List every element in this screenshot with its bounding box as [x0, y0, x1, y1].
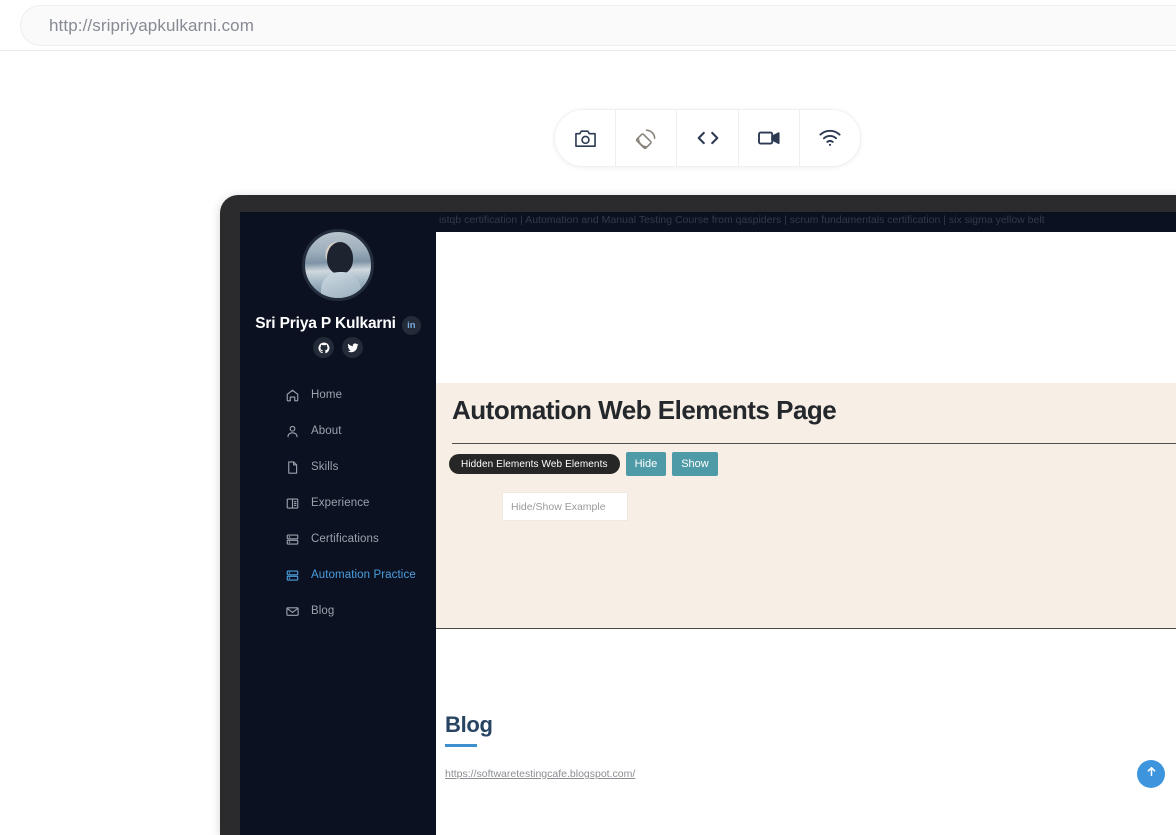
- sidebar-item-experience[interactable]: Experience: [240, 485, 436, 521]
- code-brackets-icon: [695, 129, 721, 147]
- inspect-code-button[interactable]: [677, 110, 738, 166]
- social-links: [240, 337, 436, 358]
- sidebar-item-blog[interactable]: Blog: [240, 593, 436, 629]
- avatar: [302, 229, 374, 301]
- blog-heading: Blog: [445, 712, 493, 738]
- sidebar-item-about[interactable]: About: [240, 413, 436, 449]
- marquee-banner: istqb certification | Automation and Man…: [436, 212, 1176, 232]
- screenshot-button[interactable]: [555, 110, 616, 166]
- sidebar-label: Home: [311, 389, 342, 401]
- linkedin-icon[interactable]: in: [402, 316, 421, 335]
- hide-show-input[interactable]: [502, 492, 628, 521]
- video-camera-icon: [757, 129, 781, 147]
- show-button[interactable]: Show: [672, 452, 718, 476]
- wifi-icon: [818, 129, 842, 147]
- marquee-text: istqb certification | Automation and Man…: [439, 214, 1045, 226]
- screen-rotation-icon: [635, 127, 658, 150]
- network-button[interactable]: [800, 110, 860, 166]
- linkedin-label: in: [407, 321, 415, 331]
- controls-row: Hidden Elements Web Elements Hide Show: [449, 452, 718, 476]
- github-icon[interactable]: [313, 337, 334, 358]
- server-icon: [285, 532, 300, 547]
- url-text: http://sripriyapkulkarni.com: [49, 16, 254, 36]
- twitter-icon[interactable]: [342, 337, 363, 358]
- site-sidebar: Sri Priya P Kulkarni in: [240, 212, 436, 835]
- sidebar-label: Experience: [311, 497, 370, 509]
- device-toolbar: [554, 109, 861, 167]
- page-title: Automation Web Elements Page: [452, 395, 836, 426]
- browser-chrome: http://sripriyapkulkarni.com: [0, 0, 1176, 51]
- sidebar-label: Blog: [311, 605, 334, 617]
- person-icon: [285, 424, 300, 439]
- hide-button[interactable]: Hide: [626, 452, 667, 476]
- profile-name: Sri Priya P Kulkarni: [255, 315, 396, 333]
- sidebar-item-skills[interactable]: Skills: [240, 449, 436, 485]
- blog-link[interactable]: https://softwaretestingcafe.blogspot.com…: [445, 768, 635, 780]
- section-divider: [452, 443, 1176, 444]
- sidebar-label: About: [311, 425, 342, 437]
- profile-name-row: Sri Priya P Kulkarni in: [240, 312, 436, 335]
- server-icon: [285, 568, 300, 583]
- sidebar-item-certifications[interactable]: Certifications: [240, 521, 436, 557]
- sidebar-item-home[interactable]: Home: [240, 377, 436, 413]
- sidebar-item-automation-practice[interactable]: Automation Practice: [240, 557, 436, 593]
- scroll-to-top-button[interactable]: [1137, 760, 1165, 788]
- sidebar-label: Skills: [311, 461, 338, 473]
- automation-elements-section: Automation Web Elements Page Hidden Elem…: [436, 383, 1176, 629]
- record-video-button[interactable]: [739, 110, 800, 166]
- file-icon: [285, 460, 300, 475]
- site-main: istqb certification | Automation and Man…: [436, 212, 1176, 835]
- mail-icon: [285, 604, 300, 619]
- camera-icon: [574, 128, 597, 149]
- site-nav: Home About: [240, 377, 436, 629]
- url-bar[interactable]: http://sripriyapkulkarni.com: [20, 5, 1176, 46]
- home-icon: [285, 388, 300, 403]
- device-frame: Sri Priya P Kulkarni in: [220, 195, 1176, 835]
- blog-heading-underline: [445, 744, 477, 747]
- panels-icon: [285, 496, 300, 511]
- rotate-button[interactable]: [616, 110, 677, 166]
- sidebar-label: Certifications: [311, 533, 379, 545]
- arrow-up-icon: [1145, 765, 1158, 783]
- device-screen: Sri Priya P Kulkarni in: [240, 212, 1176, 835]
- hidden-elements-badge[interactable]: Hidden Elements Web Elements: [449, 454, 620, 474]
- sidebar-label: Automation Practice: [311, 569, 416, 581]
